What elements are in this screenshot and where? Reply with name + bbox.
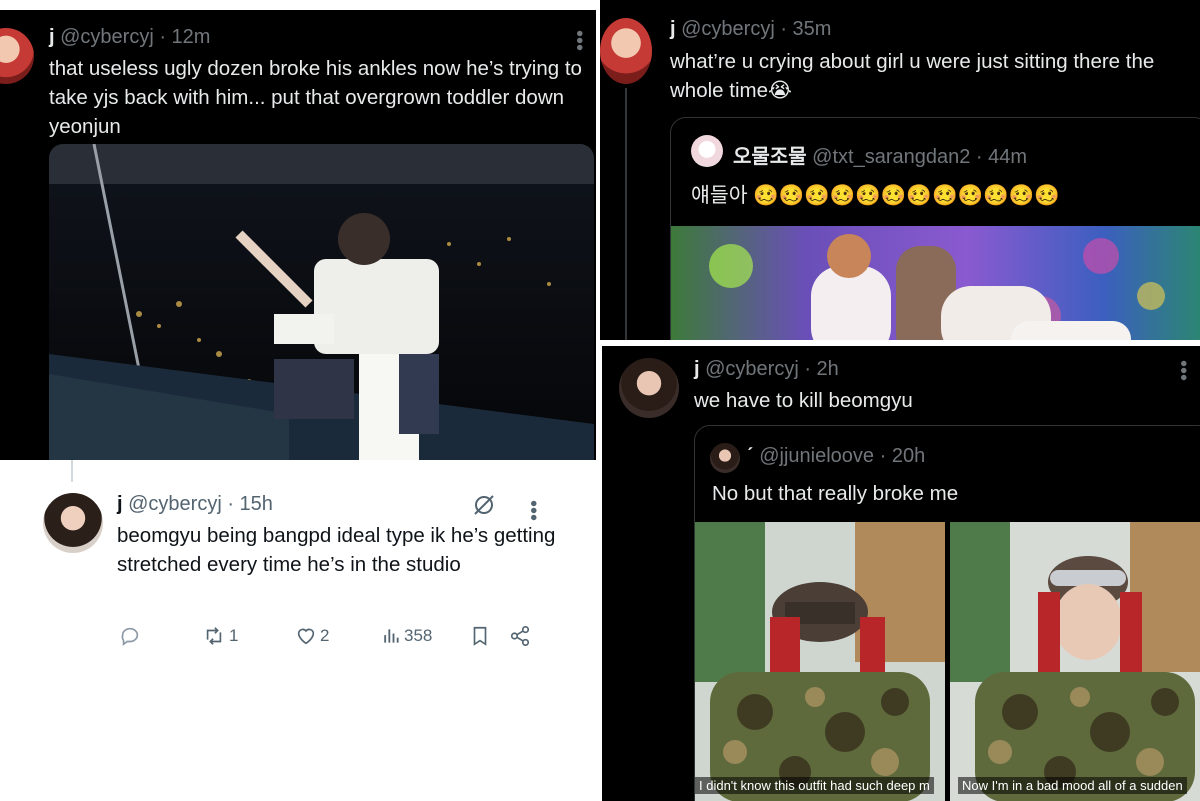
quoted-tweet[interactable]: 오물조물 @txt_sarangdan2 · 44m 얘들아 🥴🥴🥴🥴🥴🥴🥴🥴🥴… [670, 117, 1200, 340]
avatar[interactable] [600, 18, 652, 84]
view-count: 358 [404, 626, 433, 645]
bookmark-button[interactable] [469, 625, 491, 647]
retweet-count: 1 [229, 626, 239, 645]
timestamp: · 20h [879, 445, 926, 467]
timestamp[interactable]: · 35m [780, 18, 831, 40]
tweet-header: j @cybercyj · 15h [117, 493, 273, 516]
more-vertical-icon[interactable]: ••• [568, 30, 590, 51]
views-button[interactable]: 358 [381, 626, 432, 646]
more-vertical-icon[interactable]: ••• [522, 500, 544, 521]
grok-icon[interactable] [472, 493, 496, 517]
user-handle[interactable]: @cybercyj [128, 493, 222, 515]
reply-button[interactable] [119, 625, 144, 647]
tweet-text: we have to kill beomgyu [694, 389, 913, 412]
reply-icon [121, 627, 139, 646]
video-caption-right: Now I'm in a bad mood all of a sudden [958, 777, 1187, 794]
tweet-panel-1: j @cybercyj · 12m ••• that useless ugly … [0, 0, 600, 460]
tweet-header: j @cybercyj · 35m [670, 18, 831, 41]
top-edge [0, 0, 600, 10]
quote-media-right[interactable]: Now I'm in a bad mood all of a sudden [950, 522, 1200, 801]
tweet-text: beomgyu being bangpd ideal type ik he’s … [117, 524, 556, 576]
avatar [710, 443, 740, 473]
quote-image-right [950, 522, 1200, 801]
quote-media-left[interactable]: I didn't know this outfit had such deep … [695, 522, 945, 801]
avatar[interactable] [619, 358, 679, 418]
more-vertical-icon[interactable]: ••• [1172, 360, 1194, 381]
timestamp[interactable]: · 12m [159, 26, 210, 48]
quote-text: 얘들아 🥴🥴🥴🥴🥴🥴🥴🥴🥴🥴🥴🥴 [691, 184, 1060, 207]
avatar[interactable] [43, 493, 103, 553]
tweet-panel-4: j @cybercyj · 2h ••• we have to kill beo… [602, 346, 1200, 801]
thread-line [71, 460, 73, 482]
user-handle[interactable]: @cybercyj [681, 18, 775, 40]
quote-image [671, 226, 1200, 340]
display-name[interactable]: j [117, 493, 123, 515]
display-name[interactable]: j [694, 358, 700, 380]
like-button[interactable]: 2 [295, 625, 329, 647]
quote-header: ˊ @jjunieloove · 20h [747, 445, 925, 468]
tweet-text: that useless ugly dozen broke his ankles… [49, 57, 582, 138]
thread-line [625, 88, 627, 340]
display-name[interactable]: j [49, 26, 55, 48]
tweet-text: what’re u crying about girl u were just … [670, 50, 1155, 102]
video-frame [49, 144, 594, 460]
user-handle: @txt_sarangdan2 [812, 146, 971, 168]
avatar[interactable] [0, 28, 34, 84]
timestamp[interactable]: · 15h [227, 493, 273, 515]
retweet-button[interactable]: 1 [202, 625, 238, 647]
display-name: ˊ [747, 445, 754, 467]
avatar [691, 135, 723, 167]
quote-header: 오물조물 @txt_sarangdan2 · 44m [733, 140, 1027, 169]
tweet-header: j @cybercyj · 2h [694, 358, 839, 381]
like-count: 2 [320, 626, 330, 645]
quoted-tweet[interactable]: ˊ @jjunieloove · 20h No but that really … [694, 425, 1200, 801]
views-icon [384, 629, 399, 643]
share-button[interactable] [509, 625, 531, 647]
retweet-icon [206, 627, 222, 645]
tweet-video[interactable] [49, 144, 594, 460]
tweet-panel-3: j @cybercyj · 35m what’re u crying about… [600, 0, 1200, 340]
user-handle[interactable]: @cybercyj [60, 26, 154, 48]
share-icon [510, 626, 530, 646]
quote-image-left [695, 522, 945, 801]
display-name: 오물조물 [733, 146, 807, 168]
quote-text: No but that really broke me [712, 482, 959, 505]
user-handle[interactable]: @cybercyj [705, 358, 799, 380]
bookmark-icon [473, 626, 487, 646]
display-name[interactable]: j [670, 18, 676, 40]
tweet-panel-2: j @cybercyj · 15h ••• beomgyu being bang… [0, 460, 600, 801]
tweet-header: j @cybercyj · 12m [49, 26, 210, 49]
quote-media[interactable] [671, 226, 1200, 340]
timestamp: · 44m [975, 146, 1028, 168]
action-bar: 1 2 358 [117, 622, 537, 650]
timestamp[interactable]: · 2h [804, 358, 838, 380]
user-handle: @jjunieloove [759, 445, 875, 467]
video-caption-left: I didn't know this outfit had such deep … [695, 777, 934, 794]
heart-icon [297, 628, 315, 645]
